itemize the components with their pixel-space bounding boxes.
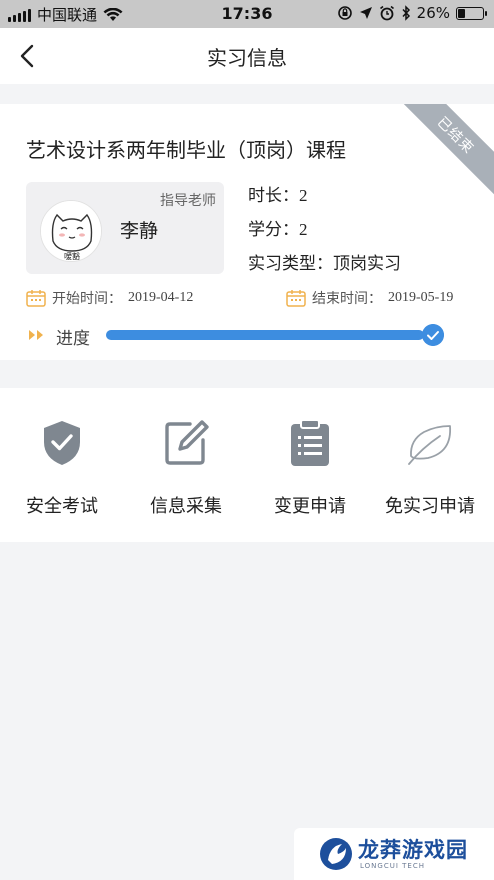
alarm-icon (379, 5, 394, 21)
action-label: 安全考试 (26, 496, 98, 517)
cat-avatar-icon: 嗳豁 (41, 201, 101, 261)
credit-row: 学分：2 (248, 218, 401, 252)
safety-exam-button[interactable]: 安全考试 (0, 418, 124, 518)
credit-label: 学分： (248, 220, 299, 240)
rotation-lock-icon (337, 6, 352, 20)
fast-forward-icon (29, 330, 43, 340)
action-label: 免实习申请 (385, 496, 475, 517)
progress-row: 进度 (26, 324, 446, 349)
check-circle-icon (422, 324, 444, 346)
status-bar: 中国联通 17:36 26% (0, 0, 494, 28)
type-value: 顶岗实习 (333, 254, 401, 274)
battery-icon (456, 6, 487, 20)
avatar-caption: 嗳豁 (64, 251, 80, 261)
bluetooth-icon (402, 5, 410, 21)
end-date-value: 2019-05-19 (388, 290, 454, 305)
type-label: 实习类型： (248, 254, 333, 274)
teacher-name: 李静 (120, 220, 159, 242)
action-grid: 安全考试 信息采集 变更申请 免实习申请 (0, 388, 494, 542)
course-title: 艺术设计系两年制毕业（顶岗）课程 (26, 138, 346, 162)
course-card[interactable]: 艺术设计系两年制毕业（顶岗）课程 已结束 指导老师 嗳豁 李静 时长：2 学分：… (0, 104, 494, 360)
page-title: 实习信息 (207, 46, 287, 70)
course-info-list: 时长：2 学分：2 实习类型：顶岗实习 (248, 184, 401, 286)
duration-row: 时长：2 (248, 184, 401, 218)
watermark-subtitle: LONGCUI TECH (360, 862, 425, 870)
nav-bar: 实习信息 (0, 28, 494, 84)
location-icon (359, 7, 372, 19)
progress-label: 进度 (56, 329, 90, 349)
type-row: 实习类型：顶岗实习 (248, 252, 401, 286)
progress-track (106, 330, 424, 340)
info-collect-button[interactable]: 信息采集 (124, 418, 248, 518)
calendar-icon (286, 290, 306, 307)
teacher-role-label: 指导老师 (160, 193, 216, 209)
avatar: 嗳豁 (40, 200, 102, 262)
action-label: 变更申请 (274, 496, 346, 517)
watermark-logo-icon (320, 838, 352, 870)
start-date-value: 2019-04-12 (128, 290, 194, 305)
watermark: 龙莽游戏园 LONGCUI TECH (294, 828, 494, 880)
credit-value: 2 (299, 220, 308, 239)
calendar-icon (26, 290, 46, 307)
progress-fill (106, 330, 424, 340)
change-request-button[interactable]: 变更申请 (248, 418, 372, 518)
start-date-label: 开始时间： (52, 291, 122, 307)
leaf-icon (408, 425, 451, 465)
action-label: 信息采集 (150, 496, 222, 517)
shield-check-icon (44, 421, 80, 465)
duration-value: 2 (299, 186, 308, 205)
battery-percent: 26% (416, 4, 450, 22)
status-ribbon: 已结束 (395, 104, 494, 196)
teacher-box: 指导老师 嗳豁 李静 (26, 182, 224, 274)
battery-level (458, 8, 465, 18)
clipboard-icon (291, 419, 329, 466)
exemption-request-button[interactable]: 免实习申请 (368, 418, 492, 518)
status-right: 26% (337, 4, 487, 22)
start-date-row: 开始时间： 2019-04-12 (26, 288, 193, 308)
duration-label: 时长： (248, 186, 299, 206)
end-date-label: 结束时间： (312, 291, 382, 307)
watermark-title: 龙莽游戏园 (358, 838, 468, 862)
edit-icon (165, 420, 209, 465)
end-date-row: 结束时间： 2019-05-19 (286, 288, 453, 308)
